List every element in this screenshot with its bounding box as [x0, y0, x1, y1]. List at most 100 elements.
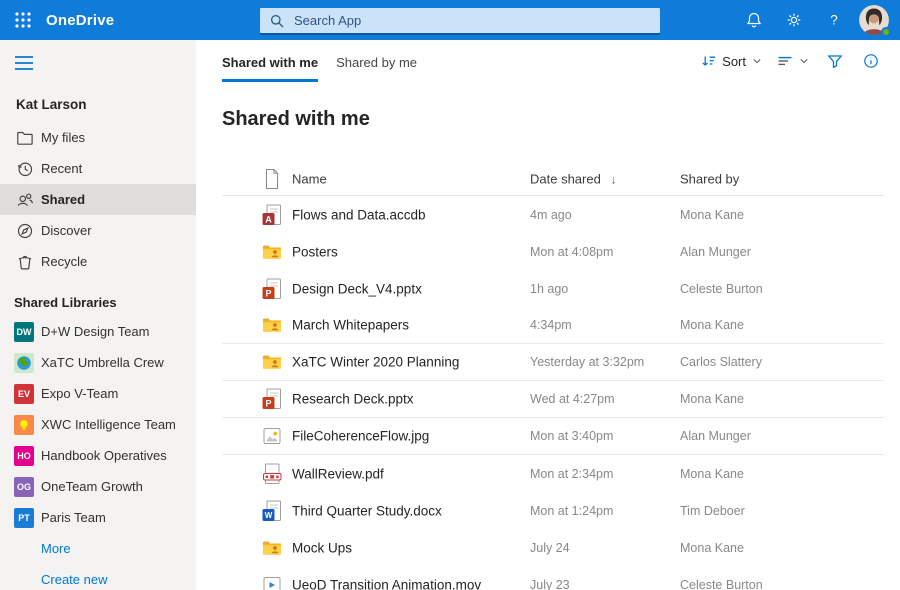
- file-shared-by: Mona Kane: [680, 318, 744, 332]
- app-launcher-icon: [14, 11, 32, 29]
- svg-text:?: ?: [830, 13, 838, 28]
- library-item-handbook-operatives[interactable]: HO Handbook Operatives: [0, 440, 196, 471]
- filter-button[interactable]: [822, 48, 848, 74]
- history-icon: [16, 160, 34, 178]
- library-item-dw-design-team[interactable]: DW D+W Design Team: [0, 316, 196, 347]
- file-row[interactable]: FileCoherenceFlow.jpg Mon at 3:40pm Alan…: [222, 418, 884, 455]
- menu-toggle-button[interactable]: [14, 55, 34, 71]
- file-date-shared: July 24: [530, 541, 570, 555]
- file-row[interactable]: UeoD Transition Animation.mov July 23 Ce…: [222, 566, 884, 590]
- app-launcher-button[interactable]: [0, 0, 46, 40]
- file-row[interactable]: P Design Deck_V4.pptx 1h ago Celeste Bur…: [222, 270, 884, 307]
- shared-libraries-list: DW D+W Design Team XaTC Umbrella Crew EV…: [0, 316, 196, 533]
- file-row[interactable]: March Whitepapers 4:34pm Mona Kane: [222, 307, 884, 344]
- svg-text:P: P: [265, 288, 271, 298]
- sidebar-item-recent[interactable]: Recent: [0, 153, 196, 184]
- onedrive-app: OneDrive ?: [0, 0, 900, 590]
- create-new-link[interactable]: Create new: [0, 564, 196, 590]
- files-table: Name Date shared ↓ Shared by A Flows and…: [222, 163, 884, 590]
- view-lines-icon: [777, 53, 793, 69]
- library-item-expo-v-team[interactable]: EV Expo V-Team: [0, 378, 196, 409]
- file-name[interactable]: FileCoherenceFlow.jpg: [292, 429, 429, 444]
- video-file-icon: [262, 574, 282, 590]
- help-button[interactable]: ?: [814, 0, 854, 40]
- sidebar-item-label: Shared: [41, 192, 85, 207]
- tab-shared-by-me[interactable]: Shared by me: [336, 55, 417, 82]
- library-label: XWC Intelligence Team: [41, 417, 176, 432]
- library-label: Paris Team: [41, 510, 106, 525]
- library-item-paris-team[interactable]: PT Paris Team: [0, 502, 196, 533]
- file-row[interactable]: WallReview.pdf Mon at 2:34pm Mona Kane: [222, 455, 884, 492]
- sidebar: Kat Larson My files Recent Shared Discov…: [0, 40, 196, 590]
- file-name[interactable]: XaTC Winter 2020 Planning: [292, 355, 459, 370]
- file-shared-by: Mona Kane: [680, 208, 744, 222]
- file-date-shared: July 23: [530, 578, 570, 590]
- tabs-bar: Shared with me Shared by me Sort: [196, 40, 900, 82]
- sidebar-item-shared[interactable]: Shared: [0, 184, 196, 215]
- word-file-icon: W: [262, 500, 282, 522]
- file-name[interactable]: March Whitepapers: [292, 318, 409, 333]
- bell-icon: [745, 11, 763, 29]
- file-date-shared: Mon at 2:34pm: [530, 467, 613, 481]
- command-bar: Sort: [699, 48, 884, 74]
- view-options-button[interactable]: [775, 49, 812, 73]
- file-name[interactable]: UeoD Transition Animation.mov: [292, 577, 481, 590]
- file-date-shared: 4:34pm: [530, 318, 572, 332]
- sorted-descending-icon: ↓: [610, 173, 616, 187]
- notifications-button[interactable]: [734, 0, 774, 40]
- sidebar-item-recycle[interactable]: Recycle: [0, 246, 196, 277]
- sidebar-item-discover[interactable]: Discover: [0, 215, 196, 246]
- search-icon: [269, 13, 285, 29]
- file-shared-by: Mona Kane: [680, 541, 744, 555]
- search-input[interactable]: [292, 12, 651, 29]
- top-bar: OneDrive ?: [0, 0, 900, 40]
- document-icon[interactable]: [262, 168, 282, 190]
- tab-shared-with-me[interactable]: Shared with me: [222, 55, 318, 82]
- column-header-date-shared[interactable]: Date shared ↓: [530, 172, 616, 187]
- file-row[interactable]: W Third Quarter Study.docx Mon at 1:24pm…: [222, 492, 884, 529]
- sidebar-item-label: Recent: [41, 161, 82, 176]
- app-title[interactable]: OneDrive: [46, 12, 114, 29]
- file-shared-by: Mona Kane: [680, 467, 744, 481]
- file-date-shared: Wed at 4:27pm: [530, 392, 615, 406]
- file-name[interactable]: Mock Ups: [292, 540, 352, 555]
- column-header-name[interactable]: Name: [292, 172, 327, 187]
- sort-label: Sort: [722, 54, 746, 69]
- sort-button[interactable]: Sort: [699, 49, 765, 73]
- file-row[interactable]: P Research Deck.pptx Wed at 4:27pm Mona …: [222, 381, 884, 418]
- page-title: Shared with me: [222, 108, 900, 131]
- info-button[interactable]: [858, 48, 884, 74]
- svg-text:W: W: [265, 511, 273, 520]
- library-tile: HO: [14, 446, 34, 466]
- file-name[interactable]: Third Quarter Study.docx: [292, 503, 442, 518]
- search-box[interactable]: [260, 8, 660, 33]
- file-name[interactable]: Posters: [292, 244, 338, 259]
- file-shared-by: Celeste Burton: [680, 578, 763, 590]
- access-file-icon: A: [262, 204, 282, 226]
- shared-folder-icon: [262, 537, 282, 559]
- library-item-xwc-intelligence-team[interactable]: XWC Intelligence Team: [0, 409, 196, 440]
- shared-folder-icon: [262, 314, 282, 336]
- account-avatar[interactable]: [854, 0, 894, 40]
- settings-button[interactable]: [774, 0, 814, 40]
- column-label: Date shared: [530, 172, 601, 187]
- file-shared-by: Carlos Slattery: [680, 355, 762, 369]
- file-row[interactable]: XaTC Winter 2020 Planning Yesterday at 3…: [222, 344, 884, 381]
- more-link[interactable]: More: [0, 533, 196, 564]
- library-item-xatc-umbrella-crew[interactable]: XaTC Umbrella Crew: [0, 347, 196, 378]
- info-icon: [863, 53, 879, 69]
- sort-icon: [701, 53, 717, 69]
- file-row[interactable]: Mock Ups July 24 Mona Kane: [222, 529, 884, 566]
- sidebar-item-my-files[interactable]: My files: [0, 122, 196, 153]
- library-item-oneteam-growth[interactable]: OG OneTeam Growth: [0, 471, 196, 502]
- file-name[interactable]: WallReview.pdf: [292, 466, 384, 481]
- library-label: Handbook Operatives: [41, 448, 167, 463]
- library-label: OneTeam Growth: [41, 479, 143, 494]
- column-header-shared-by[interactable]: Shared by: [680, 172, 739, 187]
- file-row[interactable]: A Flows and Data.accdb 4m ago Mona Kane: [222, 196, 884, 233]
- file-row[interactable]: Posters Mon at 4:08pm Alan Munger: [222, 233, 884, 270]
- file-name[interactable]: Flows and Data.accdb: [292, 207, 426, 222]
- file-name[interactable]: Research Deck.pptx: [292, 392, 414, 407]
- chevron-down-icon: [751, 55, 763, 67]
- file-name[interactable]: Design Deck_V4.pptx: [292, 281, 422, 296]
